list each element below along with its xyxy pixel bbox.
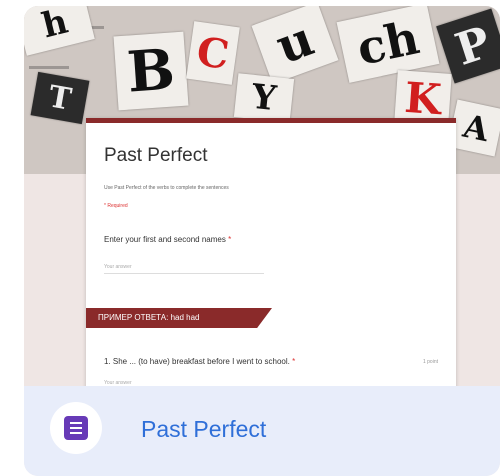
card-title[interactable]: Past Perfect	[141, 416, 266, 443]
section-header: ПРИМЕР ОТВЕТА: had had	[86, 308, 272, 328]
question-points: 1 point	[422, 359, 438, 365]
required-star: *	[228, 235, 232, 244]
form-preview-card[interactable]: h T B C u ch K Y P A Past Perfect Use Pa…	[24, 6, 500, 476]
google-form: Past Perfect Use Past Perfect of the ver…	[86, 118, 456, 423]
question-name-label: Enter your first and second names *	[104, 235, 231, 244]
letter-scrap: Y	[233, 73, 295, 123]
question-1-label: 1. She ... (to have) breakfast before I …	[104, 357, 295, 366]
name-answer-field[interactable]: Your answer	[104, 261, 264, 274]
letter-scrap: C	[186, 21, 240, 85]
required-star: *	[292, 357, 296, 366]
required-note: * Required	[104, 203, 128, 209]
letter-scrap: P	[436, 8, 500, 84]
letter-scrap: h	[24, 6, 95, 56]
letter-scrap: T	[30, 71, 90, 125]
question-text: Enter your first and second names	[104, 235, 226, 244]
letter-scrap: B	[113, 31, 189, 111]
letter-scrap: u	[251, 6, 339, 85]
google-forms-icon	[50, 402, 102, 454]
question-text: 1. She ... (to have) breakfast before I …	[104, 357, 290, 366]
form-description: Use Past Perfect of the verbs to complet…	[104, 185, 229, 191]
card-footer[interactable]: Past Perfect	[24, 386, 500, 476]
form-title: Past Perfect	[104, 145, 208, 166]
